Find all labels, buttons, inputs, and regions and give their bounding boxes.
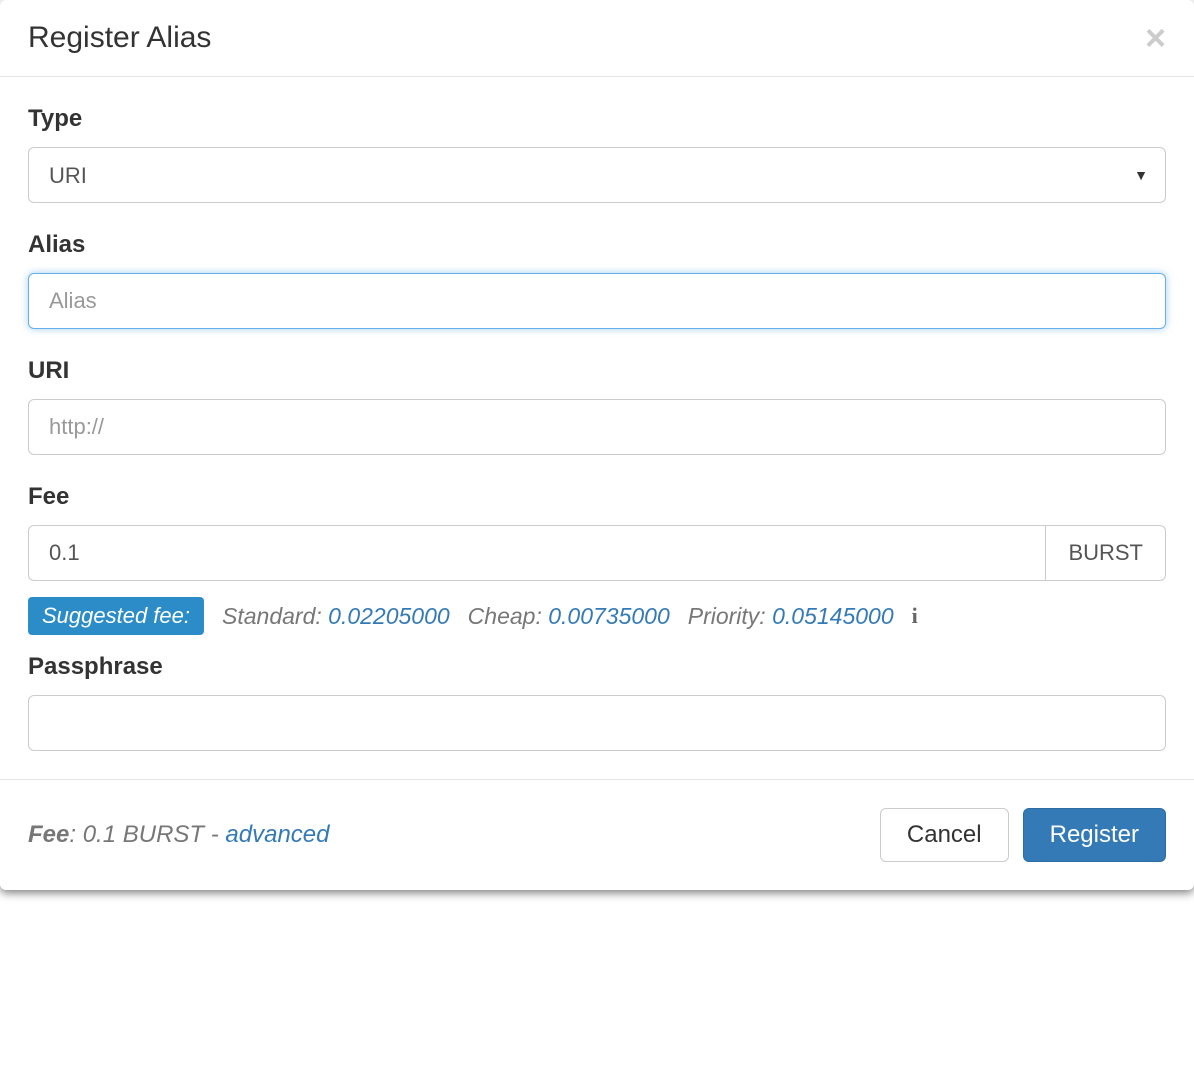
type-label: Type — [28, 105, 1166, 133]
fee-cheap-value: 0.00735000 — [548, 603, 670, 629]
fee-label: Fee — [28, 483, 1166, 511]
type-select[interactable]: URI — [28, 147, 1166, 203]
cancel-button[interactable]: Cancel — [880, 808, 1009, 862]
modal-header: Register Alias × — [0, 0, 1194, 77]
modal-body: Type URI ▼ Alias URI Fee BURST Suggest — [0, 77, 1194, 779]
footer-fee-label: Fee — [28, 821, 69, 848]
uri-group: URI — [28, 357, 1166, 455]
fee-input[interactable] — [28, 525, 1045, 581]
fee-cheap[interactable]: Cheap: 0.00735000 — [468, 603, 670, 630]
suggested-fee-row: Suggested fee: Standard: 0.02205000 Chea… — [28, 597, 1166, 635]
fee-standard-label: Standard: — [222, 603, 322, 629]
register-button[interactable]: Register — [1023, 808, 1166, 862]
passphrase-input[interactable] — [28, 695, 1166, 751]
fee-unit: BURST — [1045, 525, 1166, 581]
close-icon: × — [1145, 17, 1166, 58]
footer-fee-text: : 0.1 BURST - — [69, 821, 225, 848]
passphrase-label: Passphrase — [28, 653, 1166, 681]
footer-fee-summary: Fee: 0.1 BURST - advanced — [28, 821, 330, 849]
alias-input[interactable] — [28, 273, 1166, 329]
suggested-fee-badge: Suggested fee: — [28, 597, 204, 635]
advanced-link[interactable]: advanced — [225, 821, 329, 848]
modal-footer: Fee: 0.1 BURST - advanced Cancel Registe… — [0, 779, 1194, 890]
close-button[interactable]: × — [1145, 20, 1166, 56]
uri-label: URI — [28, 357, 1166, 385]
type-select-wrapper: URI ▼ — [28, 147, 1166, 203]
footer-buttons: Cancel Register — [880, 808, 1166, 862]
type-group: Type URI ▼ — [28, 105, 1166, 203]
modal-title: Register Alias — [28, 21, 211, 55]
fee-standard[interactable]: Standard: 0.02205000 — [222, 603, 450, 630]
fee-priority-value: 0.05145000 — [772, 603, 894, 629]
fee-group: Fee BURST Suggested fee: Standard: 0.022… — [28, 483, 1166, 635]
fee-cheap-label: Cheap: — [468, 603, 542, 629]
alias-group: Alias — [28, 231, 1166, 329]
fee-input-group: BURST — [28, 525, 1166, 581]
passphrase-group: Passphrase — [28, 653, 1166, 751]
alias-label: Alias — [28, 231, 1166, 259]
uri-input[interactable] — [28, 399, 1166, 455]
fee-standard-value: 0.02205000 — [328, 603, 450, 629]
fee-priority-label: Priority: — [688, 603, 766, 629]
info-icon[interactable]: i — [912, 603, 918, 629]
register-alias-modal: Register Alias × Type URI ▼ Alias URI Fe… — [0, 0, 1194, 890]
fee-priority[interactable]: Priority: 0.05145000 — [688, 603, 894, 630]
